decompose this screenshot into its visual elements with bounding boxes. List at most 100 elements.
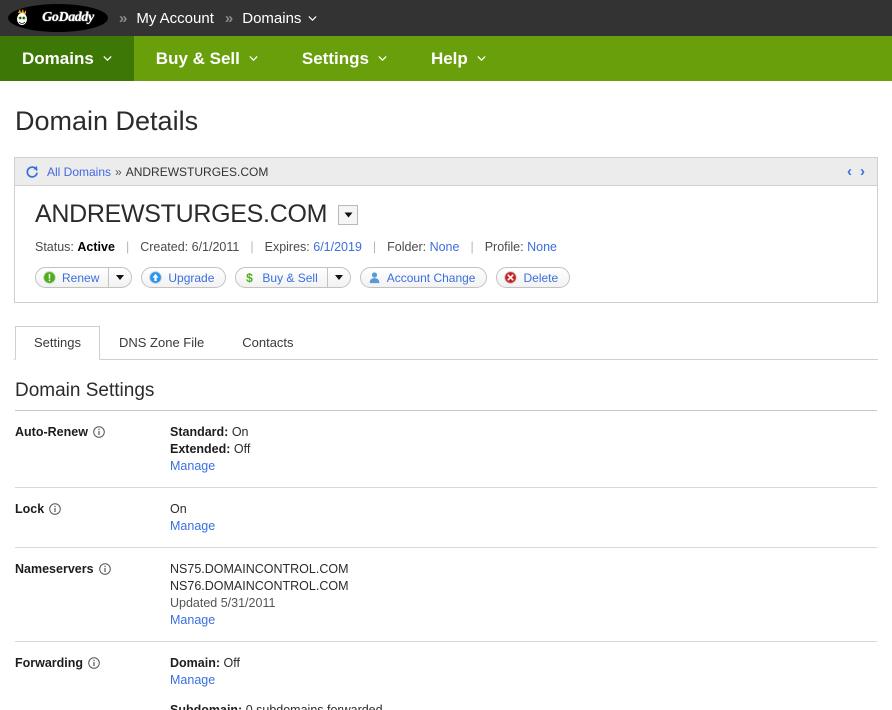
nav-item-settings[interactable]: Settings: [280, 36, 409, 81]
header-link-domains[interactable]: Domains: [242, 10, 317, 27]
setting-label-auto-renew-text: Auto-Renew: [15, 425, 88, 439]
meta-created-label: Created:: [140, 240, 189, 254]
nav-item-settings-label: Settings: [301, 48, 369, 68]
primary-nav: Domains Buy & Sell Settings Help: [0, 36, 892, 81]
global-header: GoDaddy » My Account » Domains: [0, 0, 892, 36]
chevron-down-icon: [249, 56, 258, 61]
meta-expires-value[interactable]: 6/1/2019: [313, 240, 362, 254]
svg-text:$: $: [247, 271, 254, 284]
auto-renew-standard: Standard: On: [170, 424, 250, 441]
domain-actions-dropdown[interactable]: [338, 204, 359, 225]
renew-button-dropdown[interactable]: [109, 268, 131, 287]
nav-item-domains[interactable]: Domains: [0, 36, 134, 81]
nameservers-updated: Updated 5/31/2011: [170, 596, 276, 610]
setting-row-lock: Lock On Manage: [15, 488, 877, 548]
meta-status-label: Status:: [35, 240, 74, 254]
buy-and-sell-button-dropdown[interactable]: [328, 268, 350, 287]
prev-domain-button[interactable]: ‹: [843, 164, 856, 179]
forwarding-domain-key: Domain:: [170, 656, 220, 670]
auto-renew-standard-value: On: [231, 425, 249, 439]
buy-and-sell-button[interactable]: $ Buy & Sell: [235, 267, 351, 288]
forwarding-subdomain-key: Subdomain:: [170, 703, 243, 710]
nav-item-help-label: Help: [430, 48, 468, 68]
forwarding-subdomain-value: 0 subdomains forwarded: [245, 703, 383, 710]
upgrade-button[interactable]: Upgrade: [141, 267, 227, 288]
section-title-domain-settings: Domain Settings: [15, 380, 877, 411]
delete-button[interactable]: Delete: [496, 267, 571, 288]
manage-link-nameservers[interactable]: Manage: [170, 612, 215, 629]
auto-renew-standard-key: Standard:: [170, 425, 229, 439]
nameserver-1: NS75.DOMAINCONTROL.COM: [170, 562, 349, 576]
meta-folder-value[interactable]: None: [430, 240, 460, 254]
refresh-icon[interactable]: [25, 165, 39, 179]
setting-label-lock: Lock: [15, 501, 170, 535]
setting-values-nameservers: NS75.DOMAINCONTROL.COM NS76.DOMAINCONTRO…: [170, 561, 349, 629]
mascot-icon: [17, 9, 27, 25]
header-separator-2: »: [224, 9, 233, 27]
header-link-my-account[interactable]: My Account: [136, 10, 214, 27]
chevron-down-icon: [334, 275, 343, 280]
info-icon[interactable]: [49, 503, 61, 515]
meta-divider: |: [470, 240, 474, 254]
meta-divider: |: [372, 240, 377, 254]
breadcrumb-chevron: »: [115, 164, 122, 179]
info-icon[interactable]: [93, 426, 105, 438]
renew-icon: [43, 271, 56, 284]
setting-label-forwarding-text: Forwarding: [15, 656, 84, 670]
renew-button[interactable]: Renew: [35, 267, 133, 288]
meta-created-value: 6/1/2011: [191, 240, 240, 254]
setting-label-nameservers: Nameservers: [15, 561, 170, 629]
setting-row-forwarding: Forwarding Domain: Off Manage Subdomain:…: [15, 642, 877, 710]
domain-summary-body: ANDREWSTURGES.COM Status: Active | Creat…: [15, 186, 877, 302]
setting-values-auto-renew: Standard: On Extended: Off Manage: [170, 424, 250, 475]
auto-renew-extended: Extended: Off: [170, 441, 250, 458]
breadcrumb-current: ANDREWSTURGES.COM: [125, 164, 269, 179]
header-link-domains-label: Domains: [242, 9, 302, 27]
setting-label-auto-renew: Auto-Renew: [15, 424, 170, 475]
info-icon[interactable]: [98, 563, 111, 575]
detail-tabs: Settings DNS Zone File Contacts: [14, 326, 878, 360]
manage-link-auto-renew[interactable]: Manage: [170, 458, 215, 475]
nav-item-buy-and-sell-label: Buy & Sell: [155, 48, 240, 68]
manage-link-forwarding-domain[interactable]: Manage: [170, 672, 215, 689]
info-icon[interactable]: [88, 657, 100, 669]
manage-link-lock[interactable]: Manage: [170, 518, 215, 535]
meta-divider: |: [250, 240, 254, 254]
chevron-down-icon: [477, 56, 486, 61]
auto-renew-extended-value: Off: [233, 442, 251, 456]
breadcrumb-all-domains[interactable]: All Domains: [47, 165, 111, 179]
domain-meta: Status: Active | Created: 6/1/2011 | Exp…: [35, 240, 859, 254]
renew-button-label: Renew: [62, 270, 100, 285]
header-separator-1: »: [119, 9, 127, 27]
nav-item-buy-and-sell[interactable]: Buy & Sell: [134, 36, 280, 81]
godaddy-logo[interactable]: GoDaddy: [8, 4, 108, 32]
upgrade-icon: [149, 271, 163, 284]
domain-name: ANDREWSTURGES.COM: [35, 200, 328, 228]
next-domain-button[interactable]: ›: [856, 164, 869, 179]
nameserver-2: NS76.DOMAINCONTROL.COM: [170, 579, 349, 593]
buy-and-sell-button-main[interactable]: $ Buy & Sell: [236, 268, 328, 287]
setting-values-lock: On Manage: [170, 501, 215, 535]
domain-summary-card: All Domains » ANDREWSTURGES.COM ‹ › ANDR…: [14, 157, 878, 303]
setting-row-auto-renew: Auto-Renew Standard: On Extended: Off Ma…: [15, 411, 877, 488]
tab-contacts[interactable]: Contacts: [223, 326, 312, 360]
account-change-button[interactable]: Account Change: [359, 267, 488, 288]
renew-button-main[interactable]: Renew: [36, 268, 110, 287]
forwarding-domain-value: Off: [223, 656, 240, 670]
tab-dns-zone-file[interactable]: DNS Zone File: [100, 326, 223, 360]
auto-renew-extended-key: Extended:: [170, 442, 231, 456]
meta-profile-value[interactable]: None: [527, 240, 557, 254]
dollar-icon: $: [247, 271, 254, 284]
chevron-down-icon: [344, 212, 353, 217]
meta-profile-label: Profile:: [484, 240, 524, 254]
meta-folder-label: Folder:: [387, 240, 427, 254]
nav-item-domains-label: Domains: [22, 48, 94, 68]
user-icon: [369, 272, 380, 284]
meta-divider: |: [125, 240, 130, 254]
nav-item-help[interactable]: Help: [409, 36, 508, 81]
chevron-down-icon: [378, 56, 387, 61]
tab-settings[interactable]: Settings: [15, 326, 100, 360]
setting-row-nameservers: Nameservers NS75.DOMAINCONTROL.COM NS76.…: [15, 548, 877, 642]
setting-label-lock-text: Lock: [15, 502, 45, 516]
